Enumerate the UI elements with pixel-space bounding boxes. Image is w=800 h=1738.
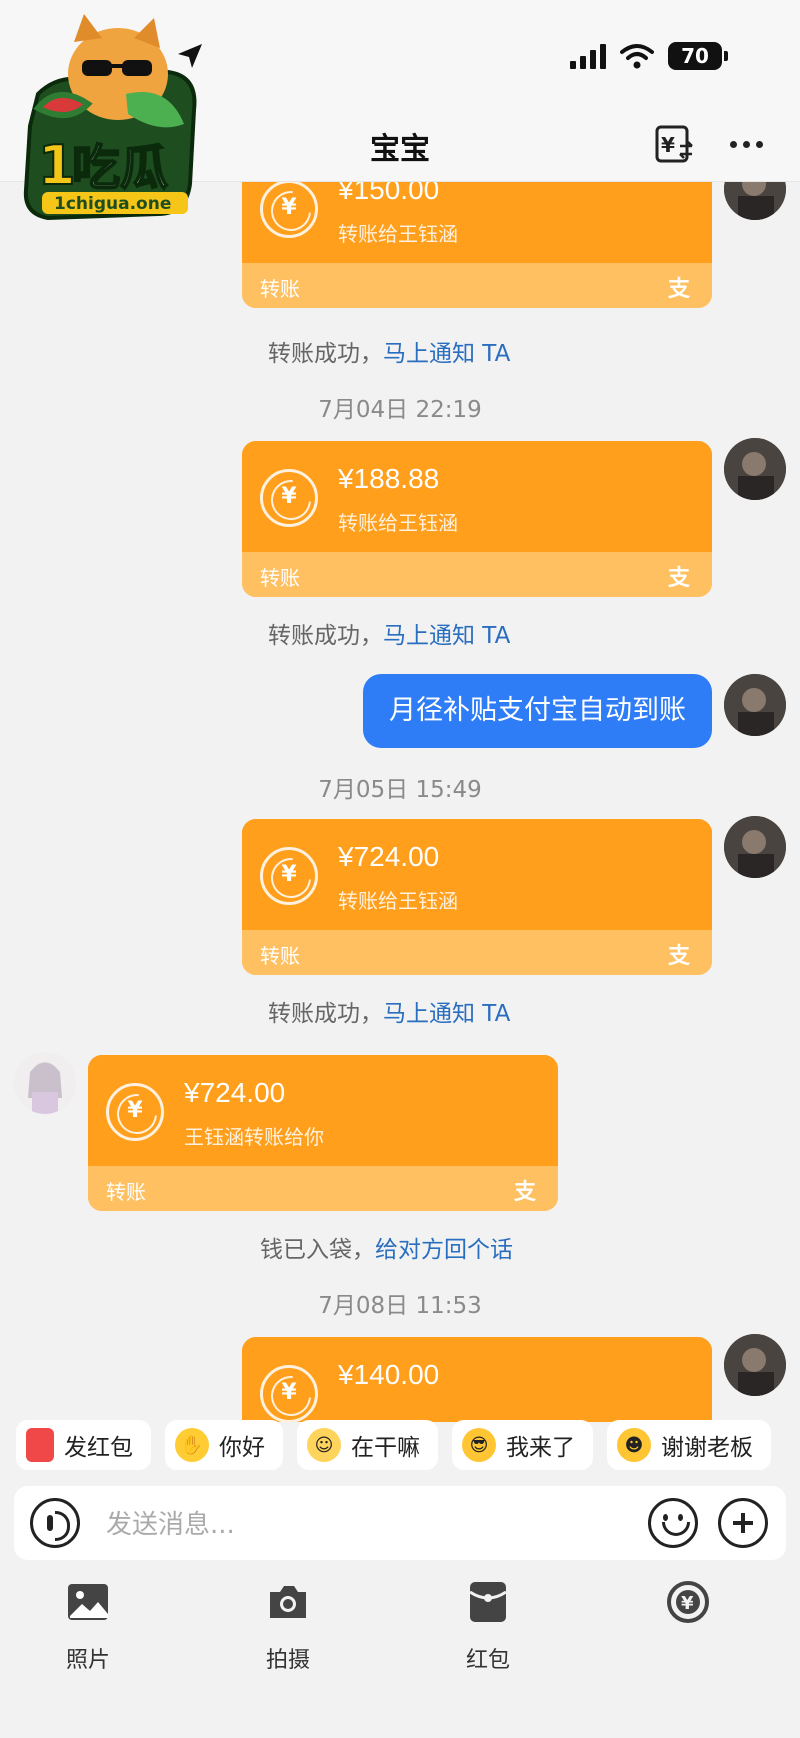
wave-emoji-icon: ✋ [175, 1428, 209, 1462]
svg-text:¥: ¥ [681, 1593, 694, 1614]
quick-reply-thanks[interactable]: ☻ 谢谢老板 [607, 1420, 771, 1470]
camera-icon [270, 1586, 306, 1618]
transfer-card[interactable]: ¥ ¥140.00 [242, 1337, 712, 1422]
transfer-icon: ¥ [260, 847, 318, 905]
my-avatar[interactable] [724, 674, 786, 736]
photo-button[interactable]: 照片 [38, 1580, 138, 1674]
transfer-icon: ¥ [106, 1083, 164, 1141]
transfer-label: 转账 [260, 566, 300, 590]
transfer-status-note: 转账成功，马上通知 TA [268, 623, 511, 649]
timestamp: 7月04日 22:19 [318, 397, 482, 423]
alipay-icon: 支 [667, 277, 690, 302]
message-input-bar: 发送消息... [14, 1486, 786, 1560]
reply-link[interactable]: 给对方回个话 [375, 1237, 513, 1263]
signal-icon [570, 43, 606, 69]
red-packet-icon [469, 1582, 507, 1622]
quick-reply-red-packet[interactable]: 发红包 [16, 1420, 151, 1470]
transfer-icon: ¥ [260, 182, 318, 238]
transfer-amount: ¥188.88 [338, 463, 440, 494]
svg-text:1: 1 [38, 134, 76, 197]
voice-icon[interactable] [30, 1498, 80, 1548]
quick-reply-hello[interactable]: ✋ 你好 [165, 1420, 283, 1470]
transfer-icon: ¥ [260, 1365, 318, 1422]
transfer-card[interactable]: ¥ ¥150.00 转账给王钰涵 转账 支 [242, 182, 712, 308]
image-icon [68, 1584, 108, 1620]
transfer-label: 转账 [106, 1180, 146, 1204]
text-message-bubble[interactable]: 月径补贴支付宝自动到账 [363, 674, 712, 748]
notify-link[interactable]: 马上通知 TA [383, 1001, 510, 1027]
transfer-amount: ¥150.00 [338, 182, 440, 205]
transfer-button[interactable]: ¥ [638, 1580, 738, 1628]
alipay-icon: 支 [513, 1180, 536, 1205]
quick-reply-bar: 发红包 ✋ 你好 ☺ 在干嘛 😎 我来了 ☻ 谢谢老板 [0, 1420, 800, 1476]
transfer-status-note: 转账成功，马上通知 TA [268, 341, 511, 367]
transfer-amount: ¥724.00 [184, 1077, 286, 1108]
svg-text:吃瓜: 吃瓜 [72, 140, 168, 196]
my-avatar[interactable] [724, 816, 786, 878]
my-avatar[interactable] [724, 1334, 786, 1396]
svg-text:1chigua.one: 1chigua.one [54, 194, 171, 214]
my-avatar[interactable] [724, 182, 786, 220]
message-input[interactable]: 发送消息... [106, 1504, 235, 1541]
logo-lettering: 1 吃瓜 1chigua.one [37, 133, 188, 214]
cute-emoji-icon: ☺ [307, 1428, 341, 1462]
my-avatar[interactable] [724, 438, 786, 500]
quick-reply-coming[interactable]: 😎 我来了 [452, 1420, 593, 1470]
transfer-status-note: 转账成功，马上通知 TA [268, 1001, 511, 1027]
wifi-icon [620, 44, 654, 69]
contact-avatar[interactable] [14, 1052, 76, 1114]
svg-text:¥: ¥ [661, 133, 675, 157]
quick-reply-whats-up[interactable]: ☺ 在干嘛 [297, 1420, 438, 1470]
transfer-label: 转账 [260, 944, 300, 968]
transfer-desc: 王钰涵转账给你 [184, 1125, 324, 1149]
transfer-amount: ¥724.00 [338, 841, 440, 872]
transfer-amount: ¥140.00 [338, 1359, 440, 1390]
transfer-desc: 转账给王钰涵 [338, 222, 458, 246]
watermark-logo: 1 吃瓜 1chigua.one [18, 14, 208, 228]
timestamp: 7月08日 11:53 [318, 1293, 482, 1319]
camera-button[interactable]: 拍摄 [238, 1580, 338, 1674]
alipay-icon: 支 [667, 944, 690, 969]
alipay-icon: 支 [667, 566, 690, 591]
timestamp: 7月05日 15:49 [318, 777, 482, 803]
received-status-note: 钱已入袋，给对方回个话 [260, 1237, 513, 1263]
rmb-transfer-icon[interactable]: ¥ [654, 124, 694, 164]
notify-link[interactable]: 马上通知 TA [383, 341, 510, 367]
more-icon[interactable] [726, 132, 766, 156]
transfer-card[interactable]: ¥ ¥188.88 转账给王钰涵 转账 支 [242, 441, 712, 597]
bottom-toolbar: 照片 拍摄 红包 ¥ [0, 1570, 800, 1690]
transfer-card[interactable]: ¥ ¥724.00 转账给王钰涵 转账 支 [242, 819, 712, 975]
transfer-icon: ¥ [260, 469, 318, 527]
transfer-card[interactable]: ¥ ¥724.00 王钰涵转账给你 转账 支 [88, 1055, 558, 1211]
transfer-label: 转账 [260, 277, 300, 301]
transfer-icon: ¥ [667, 1581, 709, 1623]
battery-indicator: 70 [668, 42, 728, 70]
sunglasses-emoji-icon: 😎 [462, 1428, 496, 1462]
plus-icon[interactable] [718, 1498, 768, 1548]
red-packet-button[interactable]: 红包 [438, 1580, 538, 1674]
transfer-desc: 转账给王钰涵 [338, 889, 458, 913]
red-packet-icon [26, 1428, 54, 1462]
chat-area[interactable]: ¥ ¥150.00 转账给王钰涵 转账 支 转账成功，马上通知 TA 7月04日… [0, 182, 800, 1422]
transfer-desc: 转账给王钰涵 [338, 511, 458, 535]
notify-link[interactable]: 马上通知 TA [383, 623, 510, 649]
emoji-icon[interactable] [648, 1498, 698, 1548]
happy-emoji-icon: ☻ [617, 1428, 651, 1462]
